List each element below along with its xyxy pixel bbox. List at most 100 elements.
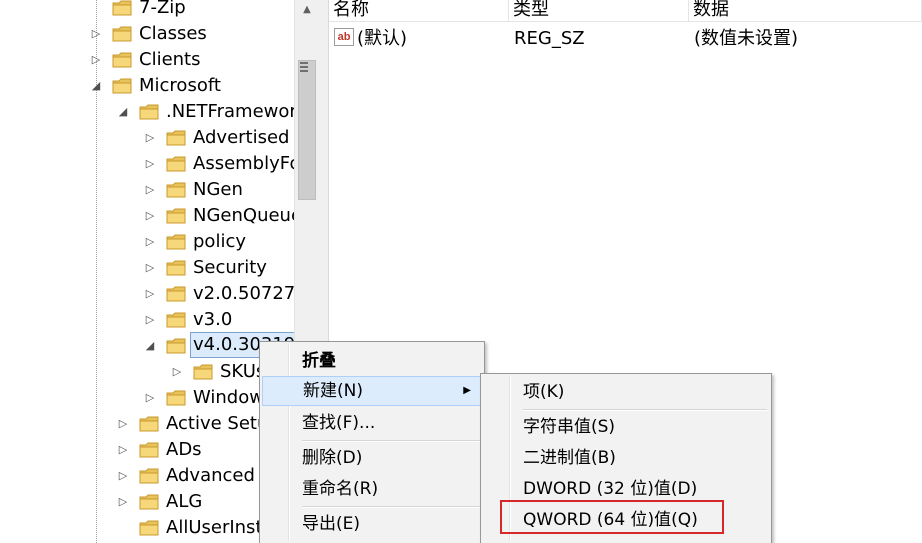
- value-data: (数值未设置): [694, 28, 799, 49]
- new-submenu: 项(K) 字符串值(S) 二进制值(B) DWORD (32 位)值(D) QW…: [480, 373, 772, 543]
- scroll-grip-icon: [300, 62, 308, 72]
- tree-item-label: v2.0.50727: [193, 283, 294, 304]
- folder-icon: [139, 519, 159, 537]
- tree-item[interactable]: ▷ AssemblyFolders: [0, 151, 294, 177]
- tree-item-label: NGenQueue: [193, 205, 294, 226]
- menu-separator: [302, 506, 480, 508]
- column-header-data[interactable]: 数据: [689, 0, 922, 22]
- column-header-name[interactable]: 名称: [329, 0, 509, 22]
- tree-item[interactable]: ▷ policy: [0, 229, 294, 255]
- folder-icon: [166, 181, 186, 199]
- collapsed-arrow-icon[interactable]: ▷: [90, 21, 102, 47]
- folder-icon: [166, 259, 186, 277]
- tree-item-label: .NETFramework: [166, 101, 294, 122]
- collapsed-arrow-icon[interactable]: ▷: [144, 203, 156, 229]
- context-menu: 折叠 新建(N) ▶ 查找(F)... 删除(D) 重命名(R) 导出(E): [259, 341, 485, 543]
- folder-icon: [166, 207, 186, 225]
- menu-item-collapse[interactable]: 折叠: [262, 346, 482, 376]
- tree-item-label: Clients: [139, 49, 201, 70]
- tree-item[interactable]: ◢ .NETFramework: [0, 99, 294, 125]
- tree-item-label: Advertised: [193, 127, 290, 148]
- tree-item-label: ALG: [166, 491, 203, 512]
- folder-icon: [166, 233, 186, 251]
- tree-item[interactable]: ▷ v3.0: [0, 307, 294, 333]
- collapsed-arrow-icon[interactable]: ▷: [90, 47, 102, 73]
- tree-item[interactable]: ▷ v2.0.50727: [0, 281, 294, 307]
- tree-item[interactable]: ▷ ADs: [0, 437, 294, 463]
- folder-icon: [112, 77, 132, 95]
- tree-item[interactable]: ▷ Advertised: [0, 125, 294, 151]
- tree-item[interactable]: ◢ Microsoft: [0, 73, 294, 99]
- submenu-arrow-icon: ▶: [463, 385, 471, 396]
- tree-item[interactable]: ▷ Windows: [0, 385, 294, 411]
- folder-icon: [139, 103, 159, 121]
- collapsed-arrow-icon[interactable]: ▷: [117, 489, 129, 515]
- tree-item-label: v3.0: [193, 309, 233, 330]
- submenu-item-key[interactable]: 项(K): [483, 377, 769, 407]
- folder-icon: [166, 129, 186, 147]
- folder-icon: [139, 441, 159, 459]
- string-value-icon: ab: [334, 28, 354, 46]
- submenu-item-string-value[interactable]: 字符串值(S): [483, 412, 769, 442]
- collapsed-arrow-icon[interactable]: ▷: [144, 307, 156, 333]
- tree-item[interactable]: ◢ v4.0.30319: [0, 332, 294, 359]
- value-type: REG_SZ: [514, 28, 585, 49]
- tree-item-label: AssemblyFolders: [193, 153, 294, 174]
- collapsed-arrow-icon[interactable]: ▷: [144, 385, 156, 411]
- tree-item-label: policy: [193, 231, 246, 252]
- tree-item-label: Classes: [139, 23, 207, 44]
- tree-item-label: 7-Zip: [139, 0, 186, 18]
- collapsed-arrow-icon[interactable]: ▷: [144, 151, 156, 177]
- collapsed-arrow-icon[interactable]: ▷: [144, 125, 156, 151]
- menu-separator: [302, 440, 480, 442]
- folder-icon: [166, 337, 186, 355]
- submenu-item-dword-value[interactable]: DWORD (32 位)值(D): [483, 474, 769, 504]
- tree-item[interactable]: ▷ ALG: [0, 489, 294, 515]
- value-name: (默认): [357, 28, 408, 49]
- tree-item-label: NGen: [193, 179, 243, 200]
- collapsed-arrow-icon[interactable]: ▷: [117, 437, 129, 463]
- folder-icon: [139, 467, 159, 485]
- menu-item-new-label: 新建(N): [303, 381, 363, 401]
- tree-item[interactable]: 7-Zip: [0, 0, 294, 21]
- scroll-thumb[interactable]: [298, 60, 316, 200]
- scroll-up-arrow-icon[interactable]: ▲: [295, 0, 319, 20]
- menu-item-export[interactable]: 导出(E): [262, 509, 482, 539]
- column-header-type[interactable]: 类型: [509, 0, 689, 22]
- folder-icon: [166, 285, 186, 303]
- tree-item[interactable]: ▷ Active Setup: [0, 411, 294, 437]
- tree-item[interactable]: ▷ SKUs: [0, 359, 294, 385]
- menu-separator: [523, 409, 767, 411]
- folder-icon: [112, 25, 132, 43]
- tree-item[interactable]: ▷ NGenQueue: [0, 203, 294, 229]
- collapsed-arrow-icon[interactable]: ▷: [144, 229, 156, 255]
- folder-icon: [112, 0, 132, 17]
- collapsed-arrow-icon[interactable]: ▷: [144, 177, 156, 203]
- tree-item[interactable]: ▷ NGen: [0, 177, 294, 203]
- expanded-arrow-icon[interactable]: ◢: [117, 99, 129, 125]
- collapsed-arrow-icon[interactable]: ▷: [171, 359, 183, 385]
- collapsed-arrow-icon[interactable]: ▷: [144, 281, 156, 307]
- tree-item[interactable]: ▷ Classes: [0, 21, 294, 47]
- menu-item-rename[interactable]: 重命名(R): [262, 474, 482, 504]
- tree-item[interactable]: ▷ Clients: [0, 47, 294, 73]
- menu-item-find[interactable]: 查找(F)...: [262, 408, 482, 438]
- expanded-arrow-icon[interactable]: ◢: [90, 73, 102, 99]
- collapsed-arrow-icon[interactable]: ▷: [117, 463, 129, 489]
- registry-tree[interactable]: 7-Zip ▷ Classes ▷ Clients ◢ Microsoft ◢ .NETFram…: [0, 0, 294, 543]
- collapsed-arrow-icon[interactable]: ▷: [117, 411, 129, 437]
- collapsed-arrow-icon[interactable]: ▷: [144, 255, 156, 281]
- tree-item[interactable]: AllUserInstall: [0, 515, 294, 541]
- folder-icon: [139, 493, 159, 511]
- menu-item-new[interactable]: 新建(N) ▶: [262, 376, 482, 406]
- menu-item-delete[interactable]: 删除(D): [262, 443, 482, 473]
- folder-icon: [166, 311, 186, 329]
- folder-icon: [139, 415, 159, 433]
- folder-icon: [166, 155, 186, 173]
- expanded-arrow-icon[interactable]: ◢: [144, 333, 156, 359]
- tree-item[interactable]: ▷ Security: [0, 255, 294, 281]
- tree-item[interactable]: ▷ Advanced INF: [0, 463, 294, 489]
- submenu-item-binary-value[interactable]: 二进制值(B): [483, 443, 769, 473]
- submenu-item-qword-value[interactable]: QWORD (64 位)值(Q): [483, 505, 769, 535]
- folder-icon: [112, 51, 132, 69]
